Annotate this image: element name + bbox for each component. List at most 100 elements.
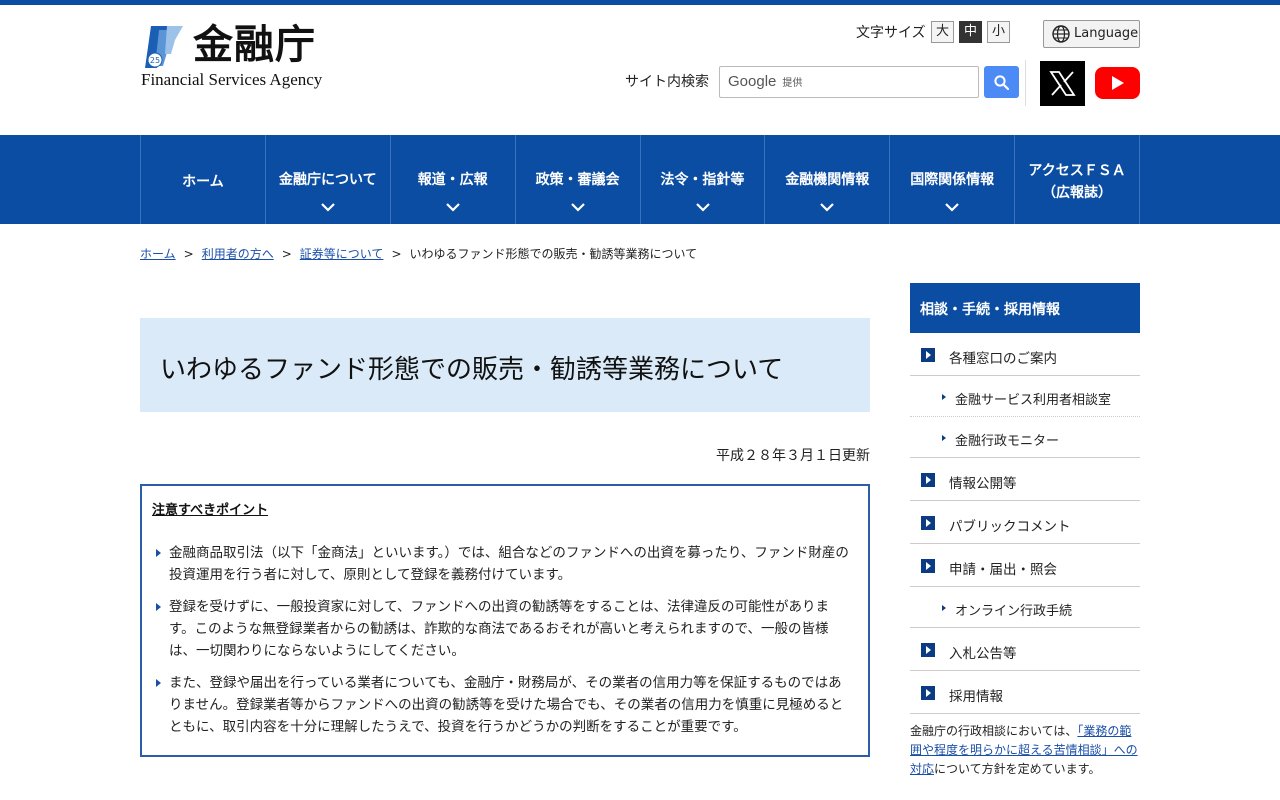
side-item-online[interactable]: オンライン行政手続	[910, 587, 1140, 628]
nav-press[interactable]: 報道・広報	[391, 135, 516, 224]
header-divider	[1025, 60, 1026, 106]
top-accent-bar	[0, 0, 1280, 5]
logo-badge: 25	[150, 56, 160, 65]
fsa-logo[interactable]: 25 金融庁 Financial Services Agency	[141, 21, 341, 92]
notice-point: また、登録や届出を行っている業者についても、金融庁・財務局が、その業者の信用力等…	[154, 672, 854, 738]
arrow-box-icon	[921, 559, 935, 573]
breadcrumb-separator: >	[281, 247, 292, 261]
nav-home[interactable]: ホーム	[141, 135, 266, 224]
nav-international[interactable]: 国際関係情報	[890, 135, 1016, 224]
nav-policy[interactable]: 政策・審議会	[516, 135, 641, 224]
side-item-nyusatsu[interactable]: 入札公告等	[910, 628, 1140, 671]
side-item-label: 入札公告等	[949, 646, 1017, 662]
font-size-label: 文字サイズ	[856, 25, 926, 41]
arrow-box-icon	[921, 686, 935, 700]
nav-international-label: 国際関係情報	[910, 172, 995, 188]
side-item-label: 情報公開等	[949, 476, 1017, 492]
site-search-input[interactable]: Google 提供	[719, 66, 979, 98]
bullet-icon	[156, 679, 161, 687]
breadcrumb-users-link[interactable]: 利用者の方へ	[202, 247, 274, 261]
breadcrumb-separator: >	[183, 247, 194, 261]
side-item-saiyo[interactable]: 採用情報	[910, 671, 1140, 714]
search-icon	[994, 75, 1009, 90]
youtube-icon	[1112, 76, 1124, 90]
x-twitter-link[interactable]	[1040, 61, 1085, 106]
side-note: 金融庁の行政相談においては、「業務の範囲や程度を明らかに超える苦情相談」への対応…	[910, 714, 1140, 779]
nav-laws-label: 法令・指針等	[660, 172, 745, 188]
arrow-box-icon	[921, 348, 935, 362]
nav-access-fsa[interactable]: アクセスＦＳＡ （広報誌）	[1015, 135, 1140, 224]
global-navigation: ホーム 金融庁について 報道・広報 政策・審議会 法令・指針等 金融機関情報 国…	[0, 135, 1280, 224]
side-item-label: 金融行政モニター	[955, 434, 1060, 449]
side-item-shinsei[interactable]: 申請・届出・照会	[910, 544, 1140, 587]
side-item-kokai[interactable]: 情報公開等	[910, 458, 1140, 501]
breadcrumb-home-link[interactable]: ホーム	[140, 247, 176, 261]
nav-home-label: ホーム	[182, 174, 224, 190]
page-title: いわゆるファンド形態での販売・勧誘等業務について	[160, 355, 784, 385]
triangle-right-icon	[942, 435, 946, 441]
breadcrumb: ホーム > 利用者の方へ > 証券等について > いわゆるファンド形態での販売・勧誘等業務に…	[140, 245, 697, 262]
globe-icon	[1052, 25, 1070, 43]
nav-about-fsa-label: 金融庁について	[279, 172, 377, 188]
side-item-comment[interactable]: パブリックコメント	[910, 501, 1140, 544]
site-search-label: サイト内検索	[625, 74, 709, 90]
youtube-link[interactable]	[1095, 67, 1140, 99]
side-item-madoguchi[interactable]: 各種窓口のご案内	[910, 333, 1140, 376]
font-size-small-button[interactable]: 小	[987, 21, 1010, 43]
font-size-large-button[interactable]: 大	[931, 21, 954, 43]
nav-access-fsa-sublabel: （広報誌）	[1042, 185, 1113, 201]
side-note-text: について方針を定めています。	[934, 762, 1101, 776]
side-item-label: 申請・届出・照会	[949, 562, 1057, 578]
breadcrumb-separator: >	[391, 247, 402, 261]
chevron-down-icon	[820, 203, 835, 212]
notice-point: 金融商品取引法（以下「金商法」といいます。）では、組合などのファンドへの出資を募…	[154, 542, 854, 586]
nav-access-fsa-label: アクセスＦＳＡ	[1028, 163, 1126, 179]
chevron-down-icon	[570, 203, 585, 212]
page-title-box: いわゆるファンド形態での販売・勧誘等業務について	[140, 318, 870, 412]
side-note-text: 金融庁の行政相談においては、	[910, 724, 1078, 738]
notice-list: 金融商品取引法（以下「金商法」といいます。）では、組合などのファンドへの出資を募…	[154, 542, 854, 748]
notice-point-text: 登録を受けずに、一般投資家に対して、ファンドへの出資の勧誘等をすることは、法律違…	[169, 599, 830, 659]
fsa-emblem-icon: 25	[145, 26, 183, 68]
breadcrumb-securities-link[interactable]: 証券等について	[300, 247, 384, 261]
language-label: Language	[1074, 26, 1139, 41]
font-size-medium-button[interactable]: 中	[959, 21, 982, 43]
chevron-down-icon	[945, 203, 960, 212]
side-item-label: 採用情報	[949, 689, 1003, 705]
search-button[interactable]	[984, 66, 1019, 98]
nav-institutions[interactable]: 金融機関情報	[765, 135, 891, 224]
side-item-monitor[interactable]: 金融行政モニター	[910, 417, 1140, 458]
breadcrumb-current: いわゆるファンド形態での販売・勧誘等業務について	[409, 247, 698, 261]
google-watermark: Google	[728, 73, 777, 90]
bullet-icon	[156, 603, 161, 611]
nav-press-label: 報道・広報	[417, 172, 488, 188]
google-provided-text: 提供	[782, 78, 803, 89]
chevron-down-icon	[445, 203, 460, 212]
side-item-soudanshitsu[interactable]: 金融サービス利用者相談室	[910, 376, 1140, 417]
updated-date: 平成２８年３月１日更新	[716, 448, 870, 464]
arrow-box-icon	[921, 643, 935, 657]
side-menu: 相談・手続・採用情報 各種窓口のご案内 金融サービス利用者相談室 金融行政モニタ…	[910, 283, 1140, 779]
bullet-icon	[156, 549, 161, 557]
notice-heading: 注意すべきポイント	[152, 503, 269, 518]
triangle-right-icon	[942, 605, 946, 611]
side-item-label: 金融サービス利用者相談室	[955, 393, 1112, 408]
notice-point-text: また、登録や届出を行っている業者についても、金融庁・財務局が、その業者の信用力等…	[169, 675, 844, 735]
notice-point-text: 金融商品取引法（以下「金商法」といいます。）では、組合などのファンドへの出資を募…	[169, 545, 849, 583]
side-item-label: 各種窓口のご案内	[949, 351, 1057, 367]
logo-english-name: Financial Services Agency	[141, 70, 323, 89]
triangle-right-icon	[942, 394, 946, 400]
chevron-down-icon	[321, 203, 335, 212]
language-button[interactable]: Language	[1043, 20, 1140, 48]
notice-box: 注意すべきポイント 金融商品取引法（以下「金商法」といいます。）では、組合などの…	[140, 484, 870, 757]
side-menu-heading[interactable]: 相談・手続・採用情報	[910, 283, 1140, 333]
side-item-label: オンライン行政手続	[955, 604, 1073, 619]
chevron-down-icon	[695, 203, 710, 212]
nav-institutions-label: 金融機関情報	[785, 172, 870, 188]
nav-about-fsa[interactable]: 金融庁について	[266, 135, 391, 224]
arrow-box-icon	[921, 516, 935, 530]
notice-point: 登録を受けずに、一般投資家に対して、ファンドへの出資の勧誘等をすることは、法律違…	[154, 596, 854, 662]
nav-laws[interactable]: 法令・指針等	[641, 135, 766, 224]
nav-policy-label: 政策・審議会	[535, 172, 620, 188]
logo-japanese-name: 金融庁	[193, 21, 316, 68]
